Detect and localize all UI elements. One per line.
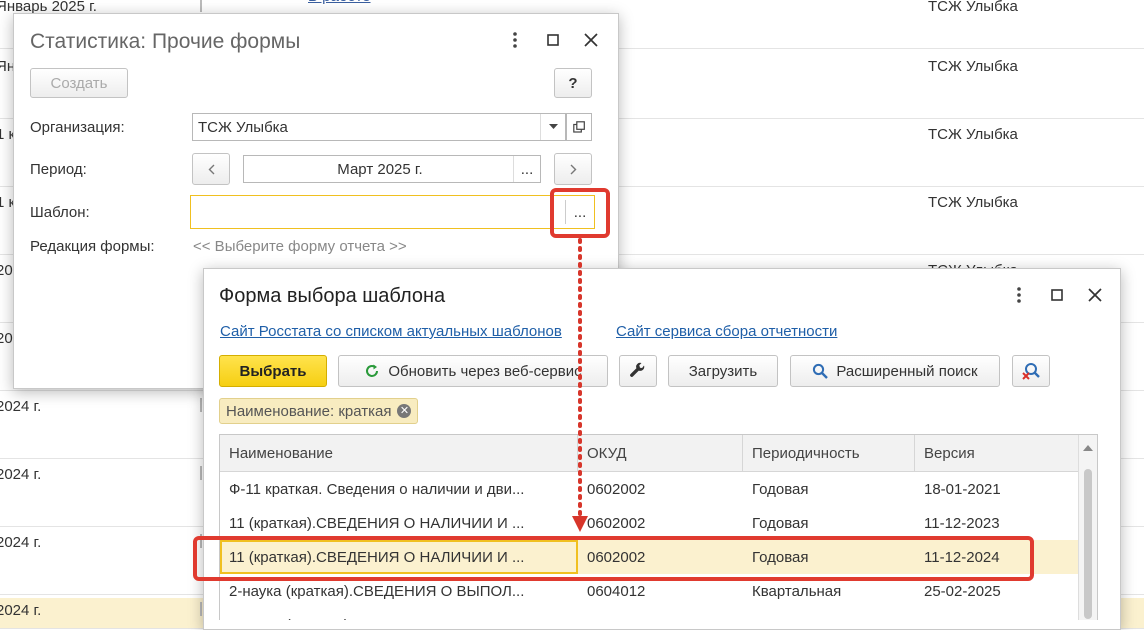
scroll-thumb[interactable] bbox=[1084, 469, 1092, 619]
background-row-period: 20 bbox=[0, 330, 13, 347]
table-cell-version: 18-01-2021 bbox=[924, 480, 1001, 498]
background-row-status-link[interactable]: В работе bbox=[308, 0, 371, 5]
background-row-marker bbox=[200, 602, 202, 616]
remove-filter-icon[interactable]: ✕ bbox=[397, 404, 412, 418]
table-cell-okud: 0604012 bbox=[578, 608, 743, 621]
edition-label: Редакция формы: bbox=[30, 238, 155, 255]
rosstat-link[interactable]: Сайт Росстата со списком актуальных шабл… bbox=[220, 323, 562, 340]
settings-button[interactable] bbox=[619, 355, 657, 387]
close-icon[interactable] bbox=[572, 28, 610, 52]
update-webservice-label: Обновить через веб-сервис bbox=[388, 362, 582, 380]
table-cell-period: Годовая bbox=[752, 480, 809, 498]
table-row[interactable]: 2-наука (краткая).СВЕДЕНИЯ О ВЫПОЛ...060… bbox=[220, 608, 1078, 621]
templates-table: Наименование ОКУД Периодичность Версия Ф… bbox=[219, 434, 1098, 620]
chevron-right-icon bbox=[570, 164, 576, 174]
background-row-marker bbox=[200, 398, 202, 412]
table-cell-version: 26-01-2024 bbox=[915, 608, 1078, 621]
advanced-search-button[interactable]: Расширенный поиск bbox=[790, 355, 1000, 387]
table-cell-version: 11-12-2023 bbox=[924, 514, 1000, 532]
table-cell-period: Квартальная bbox=[743, 608, 915, 621]
background-row-period: 2024 г. bbox=[0, 398, 42, 415]
filter-chip-label: Наименование: краткая bbox=[226, 402, 392, 420]
clear-search-button[interactable] bbox=[1012, 355, 1050, 387]
background-row-marker bbox=[200, 0, 202, 12]
organization-label: Организация: bbox=[30, 119, 125, 136]
background-row-period: 2024 г. bbox=[0, 534, 42, 551]
annotation-highlight-template-button bbox=[550, 188, 610, 238]
table-cell-name: 11 (краткая).СВЕДЕНИЯ О НАЛИЧИИ И ... bbox=[229, 514, 525, 532]
column-header-name[interactable]: Наименование bbox=[220, 435, 578, 471]
background-row-organization: ТСЖ Улыбка bbox=[928, 194, 1018, 211]
maximize-icon[interactable] bbox=[534, 28, 572, 52]
wrench-icon bbox=[630, 362, 645, 377]
dropdown-icon[interactable] bbox=[540, 114, 565, 140]
update-webservice-button[interactable]: Обновить через веб-сервис bbox=[338, 355, 608, 387]
annotation-highlight-selected-row bbox=[193, 536, 1034, 581]
background-row-marker bbox=[200, 466, 202, 480]
period-next-button[interactable] bbox=[554, 153, 592, 185]
open-link-icon bbox=[573, 121, 585, 133]
open-organization-button[interactable] bbox=[566, 113, 592, 141]
column-header-version[interactable]: Версия bbox=[915, 435, 1078, 471]
load-button[interactable]: Загрузить bbox=[668, 355, 778, 387]
table-cell-okud: 0602002 bbox=[587, 514, 646, 532]
period-value: Март 2025 г. bbox=[337, 160, 423, 178]
organization-field[interactable]: ТСЖ Улыбка bbox=[192, 113, 566, 141]
background-row-organization: ТСЖ Улыбка bbox=[928, 58, 1018, 75]
close-icon[interactable] bbox=[1076, 283, 1114, 307]
table-scrollbar[interactable] bbox=[1078, 435, 1097, 620]
maximize-icon[interactable] bbox=[1038, 283, 1076, 307]
background-row-period: 2024 г. bbox=[0, 466, 42, 483]
background-row-period: 2024 г. bbox=[0, 602, 42, 619]
table-header: Наименование ОКУД Периодичность Версия bbox=[220, 435, 1078, 472]
table-cell-name: 2-наука (краткая).СВЕДЕНИЯ О ВЫПОЛ... bbox=[220, 608, 578, 621]
template-label: Шаблон: bbox=[30, 204, 90, 221]
statistics-window-title: Статистика: Прочие формы bbox=[30, 30, 301, 53]
table-row[interactable]: 11 (краткая).СВЕДЕНИЯ О НАЛИЧИИ И ... 060… bbox=[220, 506, 1078, 540]
service-link[interactable]: Сайт сервиса сбора отчетности bbox=[616, 323, 837, 340]
search-icon bbox=[813, 363, 829, 379]
more-icon[interactable] bbox=[1000, 283, 1038, 307]
select-button[interactable]: Выбрать bbox=[219, 355, 327, 387]
scroll-up-icon[interactable] bbox=[1083, 445, 1093, 451]
edition-value: << Выберите форму отчета >> bbox=[193, 238, 407, 255]
period-more-button[interactable]: ... bbox=[513, 156, 540, 182]
template-field[interactable]: ... bbox=[190, 195, 595, 229]
filter-chip[interactable]: Наименование: краткая ✕ bbox=[219, 398, 419, 424]
refresh-icon bbox=[366, 364, 379, 377]
chevron-left-icon bbox=[208, 164, 214, 174]
period-label: Период: bbox=[30, 161, 87, 178]
help-button[interactable]: ? bbox=[554, 68, 592, 98]
table-cell-okud: 0602002 bbox=[587, 480, 646, 498]
period-field[interactable]: Март 2025 г. ... bbox=[243, 155, 541, 183]
table-row[interactable]: Ф-11 краткая. Сведения о наличии и дви..… bbox=[220, 472, 1078, 506]
column-header-okud[interactable]: ОКУД bbox=[578, 435, 743, 471]
organization-value: ТСЖ Улыбка bbox=[198, 118, 288, 136]
background-row-period: 20 bbox=[0, 262, 13, 279]
table-cell-name: Ф-11 краткая. Сведения о наличии и дви..… bbox=[229, 480, 525, 498]
clear-search-icon bbox=[1022, 363, 1040, 380]
create-button[interactable]: Создать bbox=[30, 68, 128, 98]
column-header-periodicity[interactable]: Периодичность bbox=[743, 435, 915, 471]
background-row-organization: ТСЖ Улыбка bbox=[928, 0, 1018, 15]
more-icon[interactable] bbox=[496, 28, 534, 52]
background-row-organization: ТСЖ Улыбка bbox=[928, 126, 1018, 143]
table-cell-period: Годовая bbox=[752, 514, 809, 532]
advanced-search-label: Расширенный поиск bbox=[836, 362, 978, 380]
period-prev-button[interactable] bbox=[192, 153, 230, 185]
template-picker-title: Форма выбора шаблона bbox=[219, 285, 446, 307]
